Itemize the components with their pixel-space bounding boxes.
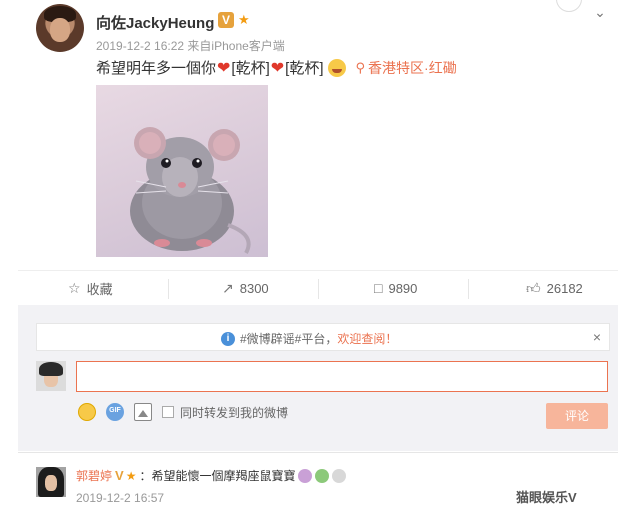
frog-emoji-icon [315, 468, 330, 483]
post-content: 希望明年多一個你 ❤ [乾杯] ❤ [乾杯] ⚲ 香港特区·红磡 [96, 57, 457, 78]
avatar-face [45, 475, 57, 491]
watermark-text: 猫眼娱乐V [516, 490, 577, 505]
cheers-emote: [乾杯] [285, 60, 324, 77]
current-user-avatar [36, 361, 66, 391]
divider [168, 279, 169, 299]
weibo-post: 向佐JackyHeung V ★ ⌄ 2019-12-2 16:22 来自iPh… [0, 0, 620, 270]
post-meta: 2019-12-2 16:22 来自iPhone客户端 [96, 37, 285, 54]
ghost-emoji-icon [332, 468, 347, 483]
comment-time: 2019-12-2 16:57 [76, 491, 165, 505]
close-icon[interactable]: × [593, 329, 601, 345]
sync-checkbox[interactable] [162, 406, 174, 418]
author-username[interactable]: 向佐JackyHeung [96, 12, 214, 33]
sync-label: 同时转发到我的微博 [180, 405, 289, 420]
post-text: 希望明年多一個你 [96, 60, 217, 77]
rat-illustration [130, 127, 251, 254]
author-avatar[interactable] [36, 4, 84, 52]
comment-count: 9890 [388, 280, 418, 296]
like-count: 26182 [546, 280, 583, 296]
medal-icon: ★ [125, 468, 137, 483]
verified-v-icon: V [218, 12, 234, 28]
divider [468, 279, 469, 299]
rumor-notice-bar: i #微博辟谣#平台， 欢迎查阅！ × [36, 323, 610, 351]
forward-button[interactable]: ↗ 8300 [222, 271, 269, 305]
medal-icon: ★ [238, 12, 250, 27]
heart-icon: ❤ [217, 59, 231, 77]
comment-compose-area: i #微博辟谣#平台， 欢迎查阅！ × GIF 同时转发到我的微博 评论 [18, 305, 618, 451]
favorite-button[interactable]: ☆ 收藏 [68, 271, 113, 305]
cheers-emote: [乾杯] [231, 60, 270, 77]
comment-item: 郭碧婷 V ★ ：希望能懷一個摩羯座鼠寶寶 2019-12-2 16:57 [18, 452, 618, 517]
commenter-name[interactable]: 郭碧婷 [76, 467, 112, 484]
lol-emoji-icon [327, 58, 346, 77]
compose-toolbar: GIF 同时转发到我的微博 [78, 403, 288, 421]
avatar-face [50, 18, 70, 42]
emoji-icon[interactable] [78, 403, 96, 421]
comment-input[interactable] [76, 361, 608, 392]
image-icon[interactable] [134, 403, 152, 421]
favorite-label: 收藏 [86, 281, 113, 297]
location-link[interactable]: ⚲ 香港特区·红磡 [356, 58, 457, 78]
location-pin-icon: ⚲ [355, 59, 366, 75]
top-circle-button[interactable] [556, 0, 582, 12]
avatar-hair [39, 362, 63, 376]
pig-emoji-icon [298, 468, 313, 483]
notice-text: i #微博辟谣#平台， 欢迎查阅！ [221, 330, 397, 347]
thumbs-up-icon: 👍︎ [526, 279, 541, 296]
forward-icon: ↗ [222, 279, 234, 296]
comment-text: ：希望能懷一個摩羯座鼠寶寶 [139, 469, 296, 483]
chevron-down-icon[interactable]: ⌄ [592, 4, 608, 20]
comment-button[interactable]: □ 9890 [374, 271, 417, 305]
verified-v-icon: V [115, 468, 124, 483]
comment-line: 郭碧婷 V ★ ：希望能懷一個摩羯座鼠寶寶 [76, 467, 347, 484]
post-action-bar: ☆ 收藏 ↗ 8300 □ 9890 👍︎ 26182 [18, 270, 618, 304]
notice-welcome-link[interactable]: 欢迎查阅！ [337, 330, 397, 347]
comment-icon: □ [374, 280, 383, 296]
post-photo-rat[interactable] [96, 85, 268, 257]
commenter-avatar[interactable] [36, 467, 66, 497]
heart-icon: ❤ [270, 59, 285, 77]
info-icon: i [221, 331, 235, 346]
forward-count: 8300 [239, 280, 269, 296]
post-source: 来自iPhone客户端 [187, 39, 285, 53]
divider [318, 279, 319, 299]
notice-topic[interactable]: #微博辟谣#平台， [240, 330, 337, 347]
post-timestamp[interactable]: 2019-12-2 16:22 [96, 39, 184, 53]
like-button[interactable]: 👍︎ 26182 [526, 271, 583, 305]
gif-icon[interactable]: GIF [106, 403, 124, 421]
submit-comment-button[interactable]: 评论 [546, 403, 608, 429]
location-text: 香港特区·红磡 [368, 59, 457, 76]
star-icon: ☆ [68, 279, 81, 296]
